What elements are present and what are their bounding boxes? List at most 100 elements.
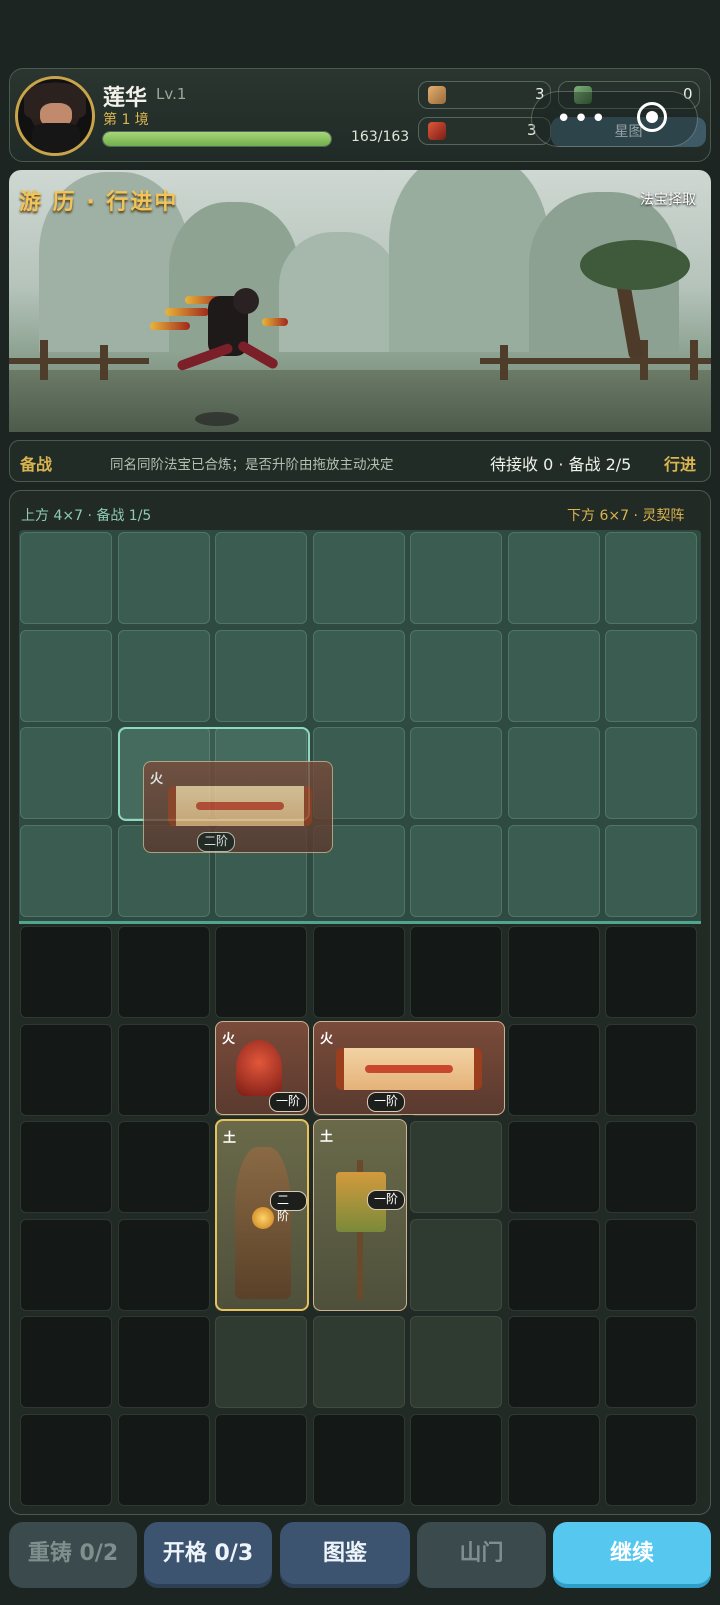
close-miniprogram-icon[interactable] bbox=[637, 102, 667, 132]
earth-banner-item[interactable]: 土 一阶 bbox=[313, 1119, 407, 1311]
fire-bell-icon bbox=[236, 1040, 282, 1096]
earth-stele-item[interactable]: 土 二阶 bbox=[215, 1119, 309, 1311]
tier-badge: 一阶 bbox=[367, 1092, 406, 1112]
continue-button[interactable]: 继续 bbox=[553, 1522, 711, 1588]
lower-grid-cell[interactable] bbox=[117, 1316, 210, 1408]
flame-projectile bbox=[262, 318, 288, 326]
upper-grid-cell[interactable] bbox=[605, 532, 697, 624]
lower-grid-cell[interactable] bbox=[20, 926, 112, 1018]
element-label: 火 bbox=[222, 1032, 236, 1047]
upper-grid-cell[interactable] bbox=[507, 824, 600, 917]
lower-grid-cell[interactable] bbox=[117, 926, 210, 1018]
lower-grid-label: 下方 6×7 · 灵契阵 bbox=[567, 508, 685, 524]
sect-button[interactable]: 山门 bbox=[417, 1522, 546, 1588]
status-hint: 同名同阶法宝已合炼；是否升阶由拖放主动决定 bbox=[110, 457, 394, 473]
element-label: 火 bbox=[150, 772, 164, 787]
runner-head bbox=[233, 288, 259, 314]
fence-post bbox=[500, 345, 508, 380]
lower-grid-cell[interactable] bbox=[20, 1413, 112, 1506]
element-label: 土 bbox=[223, 1131, 237, 1146]
status-counts: 待接收 0 · 备战 2/5 bbox=[490, 455, 632, 474]
upper-grid-cell[interactable] bbox=[20, 629, 112, 722]
lower-grid-cell[interactable] bbox=[410, 1218, 502, 1311]
fence-left bbox=[9, 358, 149, 364]
upper-grid-cell[interactable] bbox=[410, 727, 502, 819]
upper-grid-cell[interactable] bbox=[312, 629, 405, 722]
lower-grid-cell[interactable] bbox=[117, 1023, 210, 1116]
fire-scroll-icon bbox=[336, 1048, 482, 1090]
lower-grid-cell[interactable] bbox=[507, 1218, 600, 1311]
lower-grid-cell[interactable] bbox=[507, 1023, 600, 1116]
hp-text: 163/163 bbox=[351, 129, 410, 145]
upper-grid-cell[interactable] bbox=[605, 824, 697, 917]
treasure-choice-label[interactable]: 法宝择取 bbox=[640, 189, 696, 209]
lower-grid-cell[interactable] bbox=[605, 926, 697, 1018]
upper-grid-cell[interactable] bbox=[215, 629, 307, 722]
lower-grid-cell[interactable] bbox=[312, 1413, 405, 1506]
lower-grid-cell[interactable] bbox=[410, 1413, 502, 1506]
advance-button[interactable]: 行进 bbox=[664, 451, 696, 475]
runner-shadow bbox=[195, 412, 239, 426]
lower-grid-cell[interactable] bbox=[507, 1316, 600, 1408]
upper-grid-cell[interactable] bbox=[605, 727, 697, 819]
upper-grid-cell[interactable] bbox=[117, 629, 210, 722]
tier-badge: 二阶 bbox=[197, 832, 236, 852]
lower-grid-cell[interactable] bbox=[410, 1316, 502, 1408]
element-label: 火 bbox=[320, 1032, 334, 1047]
upper-grid-cell[interactable] bbox=[507, 629, 600, 722]
lower-grid-cell[interactable] bbox=[410, 1121, 502, 1213]
upper-grid-cell[interactable] bbox=[20, 532, 112, 624]
lower-grid-cell[interactable] bbox=[605, 1316, 697, 1408]
status-mode: 备战 bbox=[20, 455, 53, 474]
lower-grid-cell[interactable] bbox=[20, 1121, 112, 1213]
fence-right bbox=[480, 358, 711, 364]
recast-button[interactable]: 重铸 0/2 bbox=[9, 1522, 137, 1588]
player-level: Lv.1 bbox=[156, 85, 187, 103]
upper-grid-cell[interactable] bbox=[215, 532, 307, 624]
upper-grid-cell[interactable] bbox=[605, 629, 697, 722]
lower-grid-cell[interactable] bbox=[20, 1218, 112, 1311]
lower-grid-cell[interactable] bbox=[507, 1413, 600, 1506]
dragged-fire-scroll[interactable]: 火 二阶 bbox=[143, 761, 333, 853]
upper-grid-cell[interactable] bbox=[312, 532, 405, 624]
stele-gem-icon bbox=[252, 1207, 274, 1229]
tier-badge: 二阶 bbox=[270, 1191, 307, 1223]
lower-grid-cell[interactable] bbox=[215, 1316, 307, 1408]
fire-bell-item[interactable]: 火 一阶 bbox=[215, 1021, 309, 1115]
lower-grid-cell[interactable] bbox=[117, 1121, 210, 1213]
lower-grid-cell[interactable] bbox=[117, 1413, 210, 1506]
fire-scroll-item[interactable]: 火 一阶 bbox=[313, 1021, 505, 1115]
lower-grid-cell[interactable] bbox=[605, 1413, 697, 1506]
upper-grid-cell[interactable] bbox=[507, 532, 600, 624]
lower-grid-cell[interactable] bbox=[507, 926, 600, 1018]
lower-grid-cell[interactable] bbox=[410, 926, 502, 1018]
lower-grid-cell[interactable] bbox=[605, 1121, 697, 1213]
lower-grid-cell[interactable] bbox=[20, 1316, 112, 1408]
codex-button[interactable]: 图鉴 bbox=[280, 1522, 410, 1588]
lower-grid-cell[interactable] bbox=[215, 1413, 307, 1506]
tier-badge: 一阶 bbox=[367, 1190, 406, 1210]
upper-grid-cell[interactable] bbox=[410, 824, 502, 917]
lower-grid-cell[interactable] bbox=[215, 926, 307, 1018]
lower-grid-cell[interactable] bbox=[20, 1023, 112, 1116]
player-realm: 第 1 境 bbox=[103, 112, 149, 128]
flame-projectile bbox=[150, 322, 190, 330]
lower-grid-cell[interactable] bbox=[117, 1218, 210, 1311]
lower-grid-cell[interactable] bbox=[312, 1316, 405, 1408]
upper-grid-cell[interactable] bbox=[410, 629, 502, 722]
upper-grid-cell[interactable] bbox=[410, 532, 502, 624]
upper-grid-cell[interactable] bbox=[117, 532, 210, 624]
hp-bar bbox=[102, 131, 332, 147]
upper-grid-cell[interactable] bbox=[20, 727, 112, 819]
lower-grid-cell[interactable] bbox=[605, 1023, 697, 1116]
lower-grid-cell[interactable] bbox=[605, 1218, 697, 1311]
lower-grid-cell[interactable] bbox=[507, 1121, 600, 1213]
player-avatar[interactable] bbox=[15, 76, 95, 156]
upper-grid-cell[interactable] bbox=[20, 824, 112, 917]
lower-grid-cell[interactable] bbox=[312, 926, 405, 1018]
tier-badge: 一阶 bbox=[269, 1092, 308, 1112]
upper-grid-cell[interactable] bbox=[507, 727, 600, 819]
more-menu-icon[interactable]: ••• bbox=[556, 104, 608, 134]
fence-post bbox=[690, 340, 698, 380]
open-slot-button[interactable]: 开格 0/3 bbox=[144, 1522, 272, 1588]
